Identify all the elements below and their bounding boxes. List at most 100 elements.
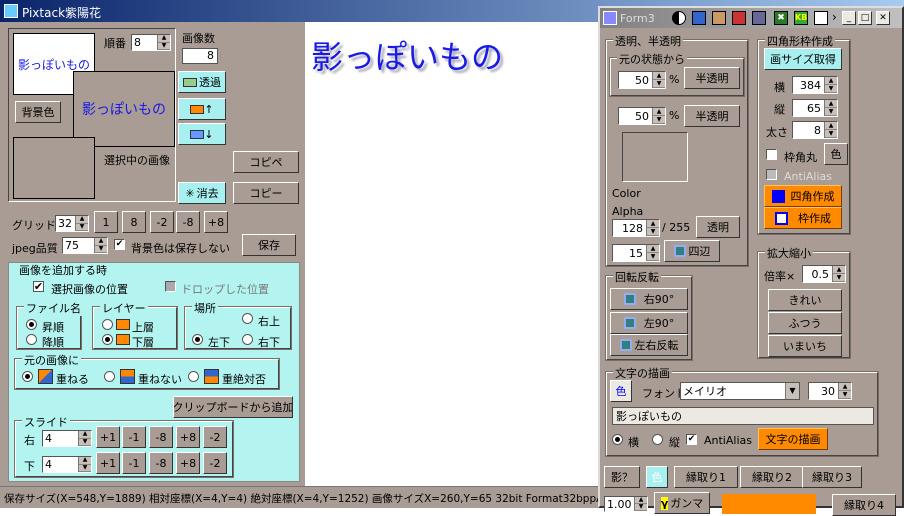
slide-down-minus1[interactable]: -1 — [122, 452, 146, 474]
slide-right-spinner[interactable]: 4 ▲ ▼ — [42, 430, 92, 447]
yin-yang-icon[interactable] — [672, 11, 686, 25]
get-size-button[interactable]: 画サイズ取得 — [764, 48, 842, 70]
pct1-spinner[interactable]: 50 ▲ ▼ — [618, 71, 666, 89]
chevron-right-icon[interactable]: › — [832, 10, 837, 24]
move-up-button[interactable]: ↑ — [178, 98, 226, 120]
shadow-color-button[interactable]: 色 — [646, 466, 668, 488]
slide-right-minus1[interactable]: -1 — [122, 426, 146, 448]
slide-down-plus8[interactable]: +8 — [176, 452, 200, 474]
slide-down-minus8[interactable]: -8 — [149, 452, 173, 474]
transparent-button[interactable]: 透過 — [178, 71, 226, 93]
text-color-button[interactable]: 色 — [610, 380, 632, 402]
bird-icon[interactable] — [732, 11, 746, 25]
top-right-radio[interactable] — [242, 313, 253, 324]
asc-radio[interactable] — [26, 319, 37, 330]
paste-button[interactable]: コピペ — [233, 151, 299, 173]
save-button[interactable]: 保存 — [242, 234, 296, 256]
thumbnail-2[interactable]: 影っぽいもの — [73, 71, 175, 147]
maximize-button[interactable]: □ — [858, 11, 872, 25]
slide-right-minus8[interactable]: -8 — [149, 426, 173, 448]
diagonal-radio[interactable] — [188, 371, 199, 382]
scale-spinner[interactable]: 0.5 ▲ ▼ — [802, 265, 846, 283]
slide-right-plus8[interactable]: +8 — [176, 426, 200, 448]
border4-button[interactable]: 縁取り4 — [832, 494, 896, 516]
thumbnail-3[interactable] — [13, 137, 95, 199]
slide-right-minus2[interactable]: -2 — [203, 426, 227, 448]
horizontal-radio[interactable] — [612, 434, 623, 445]
semi1-button[interactable]: 半透明 — [684, 67, 740, 89]
edge-spinner[interactable]: 15 ▲ ▼ — [612, 244, 660, 262]
form3-titlebar[interactable]: Form3 ✖ KB › _ □ ✕ — [600, 8, 902, 28]
font-select[interactable]: メイリオ ▼ — [680, 382, 800, 400]
bottom-right-radio[interactable] — [242, 334, 253, 345]
slide-down-plus1[interactable]: +1 — [96, 452, 120, 474]
diagonal-label: 重絶対否 — [222, 373, 266, 386]
grid-button-minus2[interactable]: -2 — [150, 211, 174, 233]
bottom-left-radio[interactable] — [192, 334, 203, 345]
draw-text-button[interactable]: 文字の描画 — [758, 428, 828, 450]
jpeg-spinner[interactable]: 75 ▲ ▼ — [62, 237, 108, 254]
grid-button-minus8[interactable]: -8 — [176, 211, 200, 233]
pretty-button[interactable]: きれい — [768, 289, 842, 311]
gamma-button[interactable]: γ ガンマ — [654, 492, 710, 514]
grid-button-8[interactable]: 8 — [122, 211, 146, 233]
top-layer-radio[interactable] — [102, 319, 113, 330]
bottom-layer-radio[interactable] — [102, 334, 113, 345]
rect-color-button[interactable]: 色 — [824, 143, 848, 165]
selected-pos-checkbox[interactable]: ✔ — [33, 280, 44, 293]
erase-button[interactable]: ✳ 消去 — [178, 182, 226, 204]
no-overlap-radio[interactable] — [104, 371, 115, 382]
grid-icon[interactable] — [752, 11, 766, 25]
color-preview[interactable] — [622, 132, 688, 182]
minimize-button[interactable]: _ — [842, 11, 856, 25]
vertical-radio[interactable] — [652, 434, 663, 445]
kb-icon[interactable]: KB — [794, 11, 808, 25]
grid-button-1[interactable]: 1 — [94, 211, 118, 233]
drop-pos-checkbox[interactable] — [165, 281, 176, 292]
edge-button[interactable]: 四辺 — [664, 240, 720, 262]
excel-icon[interactable]: ✖ — [774, 11, 788, 25]
rot90-left-button[interactable]: 左90° — [610, 312, 688, 334]
transparent2-button[interactable]: 透明 — [696, 216, 740, 238]
desc-radio[interactable] — [26, 334, 37, 345]
dog-icon[interactable] — [712, 11, 726, 25]
no-save-bg-checkbox[interactable]: ✔ — [114, 239, 125, 250]
thick-spinner[interactable]: 8 ▲ ▼ — [792, 121, 838, 139]
border3-button[interactable]: 縁取り3 — [802, 466, 862, 488]
close-button[interactable]: ✕ — [876, 11, 890, 25]
move-down-button[interactable]: ↓ — [178, 123, 226, 145]
alpha-spinner[interactable]: 128 ▲ ▼ — [612, 219, 660, 237]
semi2-button[interactable]: 半透明 — [684, 105, 740, 127]
rot90-right-button[interactable]: 右90° — [610, 288, 688, 310]
order-spinner[interactable]: 8 ▲ ▼ — [131, 34, 171, 51]
poor-button[interactable]: いまいち — [768, 335, 842, 357]
text-antialias-checkbox[interactable]: ✔ — [686, 434, 697, 445]
globe-icon[interactable] — [692, 11, 706, 25]
calendar-icon[interactable] — [814, 11, 828, 25]
make-rect-button[interactable]: 四角作成 — [764, 185, 842, 207]
border1-button[interactable]: 縁取り1 — [674, 466, 738, 488]
canvas[interactable]: 影っぽいもの — [305, 22, 600, 486]
gamma-spinner[interactable]: 1.00 ▲ ▼ — [604, 496, 648, 512]
grid-spinner[interactable]: 32 ▲ ▼ — [55, 215, 89, 232]
shadow-button[interactable]: 影？ — [604, 466, 640, 488]
copy-button[interactable]: コピー — [233, 182, 299, 204]
clipboard-button[interactable]: クリップボードから追加 — [173, 396, 293, 418]
font-size-spinner[interactable]: 30 ▲ ▼ — [808, 382, 852, 400]
pct2-spinner[interactable]: 50 ▲ ▼ — [618, 107, 666, 125]
overlap-radio[interactable] — [22, 371, 33, 382]
flip-button[interactable]: 左右反転 — [610, 334, 688, 356]
slide-down-spinner[interactable]: 4 ▲ ▼ — [42, 456, 92, 473]
text-input[interactable]: 影っぽいもの — [612, 407, 874, 425]
make-frame-button[interactable]: 枠作成 — [764, 207, 842, 229]
round-checkbox[interactable] — [766, 149, 777, 160]
normal-button[interactable]: ふつう — [768, 312, 842, 334]
border2-button[interactable]: 縁取り2 — [740, 466, 804, 488]
width-spinner[interactable]: 384 ▲ ▼ — [792, 76, 838, 94]
color-swatch-orange[interactable] — [722, 494, 816, 514]
height-spinner[interactable]: 65 ▲ ▼ — [792, 99, 838, 117]
slide-down-minus2[interactable]: -2 — [203, 452, 227, 474]
slide-right-plus1[interactable]: +1 — [96, 426, 120, 448]
bg-color-button[interactable]: 背景色 — [15, 101, 61, 123]
grid-button-plus8[interactable]: +8 — [204, 211, 228, 233]
